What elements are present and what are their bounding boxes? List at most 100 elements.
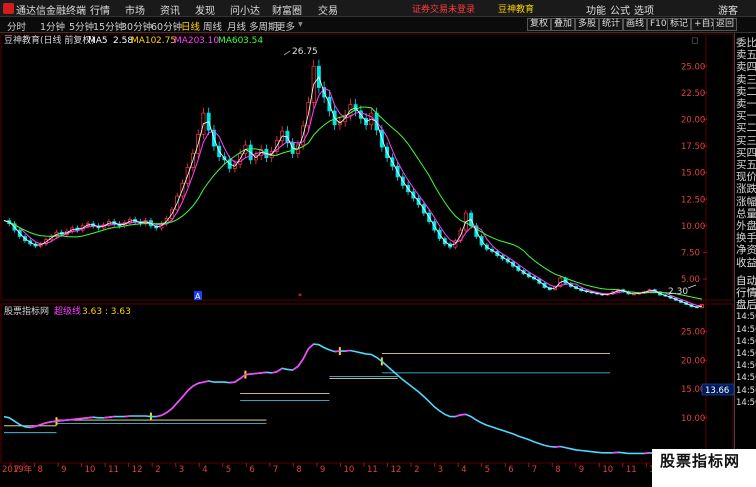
back-button[interactable]: 返回 [713,18,738,31]
quote-panel-item: 14:50 [736,324,756,335]
main-y-tick-label: 25.00 [681,62,705,72]
quote-panel-item: 换手 [736,232,756,245]
stats-button[interactable]: 统计 [599,18,624,31]
x-tick-label: 3 [438,465,443,473]
x-tick-label: 6 [508,465,513,473]
ma5-label: MA5 [88,36,108,46]
x-tick-label: 9 [579,465,584,473]
mark-button[interactable]: 标记 [667,18,692,31]
x-tick-label: 9 [61,465,66,473]
menu-options[interactable]: 选项 [634,2,654,17]
menu-wealth[interactable]: 财富圈 [272,2,302,17]
sub-y-tick-label: 15.00 [681,385,705,395]
tab-60min[interactable]: 60分钟 [151,19,182,33]
super-line-rising [30,343,703,459]
quote-panel-item: 现价 [736,171,756,184]
x-tick-label: 12 [391,465,402,473]
high-price-label: 26.75 [292,47,318,57]
super-line [3,343,703,459]
quote-panel-item: 收益 [736,256,756,269]
tab-weekly[interactable]: 周线 [203,19,222,33]
sub-y-tick-label: 25.00 [681,328,705,338]
tab-5min[interactable]: 5分钟 [69,19,94,33]
main-y-tick-label: 17.50 [681,142,705,152]
quote-panel-item: 14:50 [736,385,756,396]
quote-panel: 委比 卖五 卖四 卖三 卖二 卖一 买一 买二 买三 买四 买五 现价 涨跌 涨幅 总量 外盘 换手 净资 收益 自动… [734,33,756,487]
menu-function[interactable]: 功能 [586,2,606,17]
sub-y-axis: 25.00 20.00 15.00 10.00 [681,328,707,424]
main-y-tick-label: 22.50 [681,89,705,99]
menu-quotes[interactable]: 行情 [90,2,110,17]
kline-chart[interactable]: 豆神教育(日线 前复权) MA5 2.58 MA10 2.75 MA20 3.1… [0,33,734,473]
overlay-button[interactable]: 叠加 [551,18,576,31]
support-levels [4,347,656,458]
trade-login-warning[interactable]: 证券交易未登录 [412,2,475,15]
tab-monthly[interactable]: 月线 [227,19,246,33]
x-tick-label: 2 [155,465,160,473]
cursor-value: 13.66 [705,386,729,396]
quote-panel-item: 买五 [736,159,756,171]
x-tick-label: 7 [532,465,537,473]
collapse-icon[interactable]: ◻ [691,36,698,46]
x-tick-label: 8 [555,465,560,473]
quote-panel-item: 14:50 [736,373,756,384]
x-tick-label: 7 [14,465,19,473]
quote-panel-item: 委比 [736,37,756,49]
quote-panel-item[interactable]: 行情 [736,287,756,299]
menu-market[interactable]: 市场 [125,2,145,17]
ma60-label: MA60 [218,36,244,46]
x-tick-label: 6 [249,465,254,473]
high-price-pointer [283,50,291,56]
indicator-values: 3.63 : 3.63 [82,307,131,317]
sub-y-tick-label: 20.00 [681,356,705,366]
multi-stock-button[interactable]: 多股 [575,18,600,31]
menu-formula[interactable]: 公式 [610,2,630,17]
menu-ask[interactable]: 问小达 [230,2,260,17]
tab-more[interactable]: 更多 [276,19,295,33]
tab-daily[interactable]: 日线 [181,19,200,33]
x-tick-label: 3 [179,465,184,473]
x-tick-label: 10 [85,465,96,473]
candlesticks [7,59,704,309]
x-tick-label: 4 [461,465,466,473]
sub-chart-name: 股票指标网 [4,305,49,317]
dividend-marker-icon[interactable]: * [298,292,302,301]
sub-panel-frame [0,303,734,464]
x-tick-label: 11 [626,465,637,473]
main-y-axis: 25.00 22.50 20.00 17.50 15.00 12.50 10.00 7.50 5… [681,62,707,285]
ma60-line [3,106,703,300]
draw-line-button[interactable]: 画线 [623,18,648,31]
more-chevron-icon[interactable]: ▾ [298,19,303,30]
quote-panel-item: 买一 [736,110,756,123]
adjust-button[interactable]: 复权 [527,18,552,31]
quote-panel-item: 卖三 [736,73,756,86]
quote-panel-item: 卖五 [736,49,756,62]
indicator-name: 超级线 [54,305,81,317]
tab-1min[interactable]: 1分钟 [40,19,65,33]
x-tick-label: 11 [367,465,378,473]
stock-title: 豆神教育(日线 前复权) [4,34,95,46]
x-tick-label: 2 [414,465,419,473]
guest-user[interactable]: 游客 [718,2,738,17]
quote-panel-item: 14:50 [736,349,756,359]
x-tick-label: 5 [485,465,490,473]
menu-trade[interactable]: 交易 [318,2,338,17]
quote-panel-item: 买二 [736,122,756,135]
tab-multi-period[interactable]: 多周期 [249,19,278,33]
watermark-title: 股票指标网 [660,452,741,470]
tab-15min[interactable]: 15分钟 [93,19,124,33]
quote-panel-item: 买三 [736,134,756,147]
tab-30min[interactable]: 30分钟 [121,19,152,33]
quote-panel-item: 卖一 [736,98,756,110]
quote-panel-item: 14:50 [736,336,756,347]
tab-timeshare[interactable]: 分时 [7,19,26,33]
quote-panel-item: 14:50 [736,361,756,372]
x-tick-label: 8 [296,465,301,473]
menu-discover[interactable]: 发现 [195,2,215,17]
quote-panel-item[interactable]: 盘后 [736,299,756,311]
quote-panel-item[interactable]: 自动 [736,275,756,287]
menu-news[interactable]: 资讯 [160,2,180,17]
main-panel-frame [0,33,734,301]
x-tick-label: 11 [108,465,119,473]
event-marker-label: A [195,292,201,301]
